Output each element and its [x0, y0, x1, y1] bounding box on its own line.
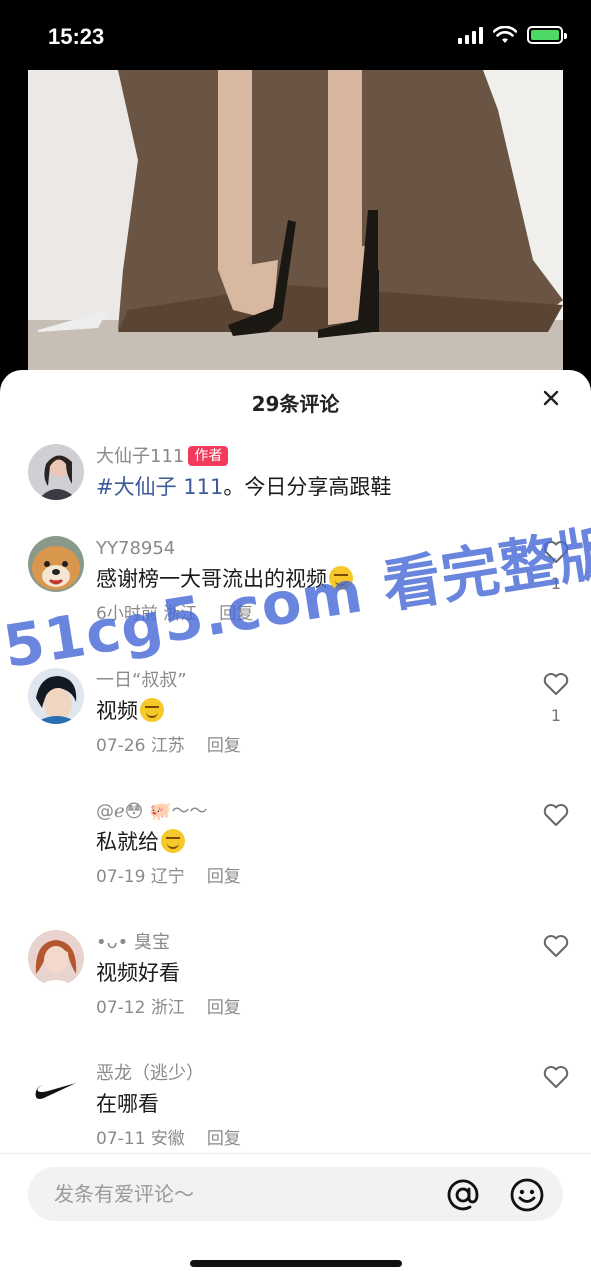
- comment-item: 恶龙（逃少） 在哪看 07-11 安徽 回复: [28, 1061, 571, 1151]
- like-button[interactable]: [541, 803, 571, 831]
- comment-input-placeholder: 发条有爱评论～: [54, 1182, 194, 1206]
- comment-meta: 07-26 江苏 回复: [96, 736, 241, 756]
- battery-icon: [527, 26, 567, 44]
- avatar[interactable]: [28, 444, 84, 500]
- comment-text: 感谢榜一大哥流出的视频: [96, 562, 511, 596]
- close-icon[interactable]: [537, 384, 565, 412]
- video-frame: [28, 70, 563, 390]
- reply-button[interactable]: 回复: [207, 736, 241, 756]
- like-button[interactable]: [541, 934, 571, 962]
- heart-icon: [543, 673, 569, 695]
- emoji-icon[interactable]: [509, 1177, 545, 1213]
- avatar[interactable]: [28, 536, 84, 592]
- commenter-name[interactable]: 大仙子111 作者: [96, 444, 511, 470]
- comment-meta: 07-19 辽宁 回复: [96, 867, 241, 887]
- comment-text: 私就给: [96, 825, 511, 859]
- status-icons: [458, 26, 567, 44]
- comment-meta: 07-11 安徽 回复: [96, 1129, 241, 1149]
- like-button[interactable]: 1: [541, 672, 571, 725]
- commenter-name[interactable]: 恶龙（逃少）: [96, 1061, 511, 1087]
- signal-icon: [458, 26, 483, 44]
- heart-icon: [543, 935, 569, 957]
- reply-button[interactable]: 回复: [207, 867, 241, 887]
- commenter-name[interactable]: YY78954: [96, 536, 511, 562]
- like-button[interactable]: 1: [541, 540, 571, 593]
- smile-emoji-icon: [140, 698, 164, 722]
- comment-input[interactable]: 发条有爱评论～: [28, 1167, 563, 1221]
- wifi-icon: [493, 26, 517, 43]
- like-count: 1: [550, 574, 562, 593]
- avatar[interactable]: [28, 799, 84, 855]
- avatar[interactable]: [28, 668, 84, 724]
- comments-panel: 29条评论 大仙子111 作者 #大仙子 111。今日分享高跟鞋 YY78954 …: [0, 370, 591, 1280]
- heart-icon: [543, 1066, 569, 1088]
- heart-icon: [543, 804, 569, 826]
- author-post: 大仙子111 作者 #大仙子 111。今日分享高跟鞋: [28, 444, 571, 504]
- comment-text: 视频好看: [96, 961, 180, 985]
- avatar[interactable]: [28, 1061, 84, 1117]
- status-time: 15:23: [48, 24, 105, 49]
- comment-item: 一日“叔叔” 视频 07-26 江苏 回复 1: [28, 668, 571, 768]
- comment-item: •ᴗ• 臭宝 视频好看 07-12 浙江 回复: [28, 930, 571, 1030]
- video-player[interactable]: [28, 70, 563, 390]
- comment-meta: 6小时前 浙江 回复: [96, 604, 254, 624]
- comment-text: 在哪看: [96, 1092, 159, 1116]
- comment-text: #大仙子 111。今日分享高跟鞋: [96, 475, 392, 499]
- commenter-name[interactable]: @ℯ😳 🐖～～: [96, 799, 511, 825]
- smile-emoji-icon: [161, 829, 185, 853]
- divider: [0, 1153, 591, 1154]
- comment-text: 视频: [96, 694, 511, 728]
- commenter-name[interactable]: •ᴗ• 臭宝: [96, 930, 511, 956]
- status-bar: 15:23: [0, 0, 591, 70]
- reply-button[interactable]: 回复: [219, 604, 253, 624]
- comment-item: @ℯ😳 🐖～～ 私就给 07-19 辽宁 回复: [28, 799, 571, 899]
- avatar[interactable]: [28, 930, 84, 986]
- like-button[interactable]: [541, 1065, 571, 1093]
- smile-emoji-icon: [329, 566, 353, 590]
- reply-button[interactable]: 回复: [207, 1129, 241, 1149]
- hashtag-link[interactable]: #大仙子 111: [96, 475, 223, 499]
- at-mention-icon[interactable]: [445, 1177, 481, 1213]
- commenter-name[interactable]: 一日“叔叔”: [96, 668, 511, 694]
- home-indicator: [190, 1260, 402, 1267]
- like-count: 1: [550, 706, 562, 725]
- comment-meta: 07-12 浙江 回复: [96, 998, 241, 1018]
- author-tag: 作者: [188, 446, 229, 466]
- comments-title: 29条评论: [251, 392, 340, 416]
- heart-icon: [543, 541, 569, 563]
- comment-item: YY78954 感谢榜一大哥流出的视频 6小时前 浙江 回复 1: [28, 536, 571, 636]
- reply-button[interactable]: 回复: [207, 998, 241, 1018]
